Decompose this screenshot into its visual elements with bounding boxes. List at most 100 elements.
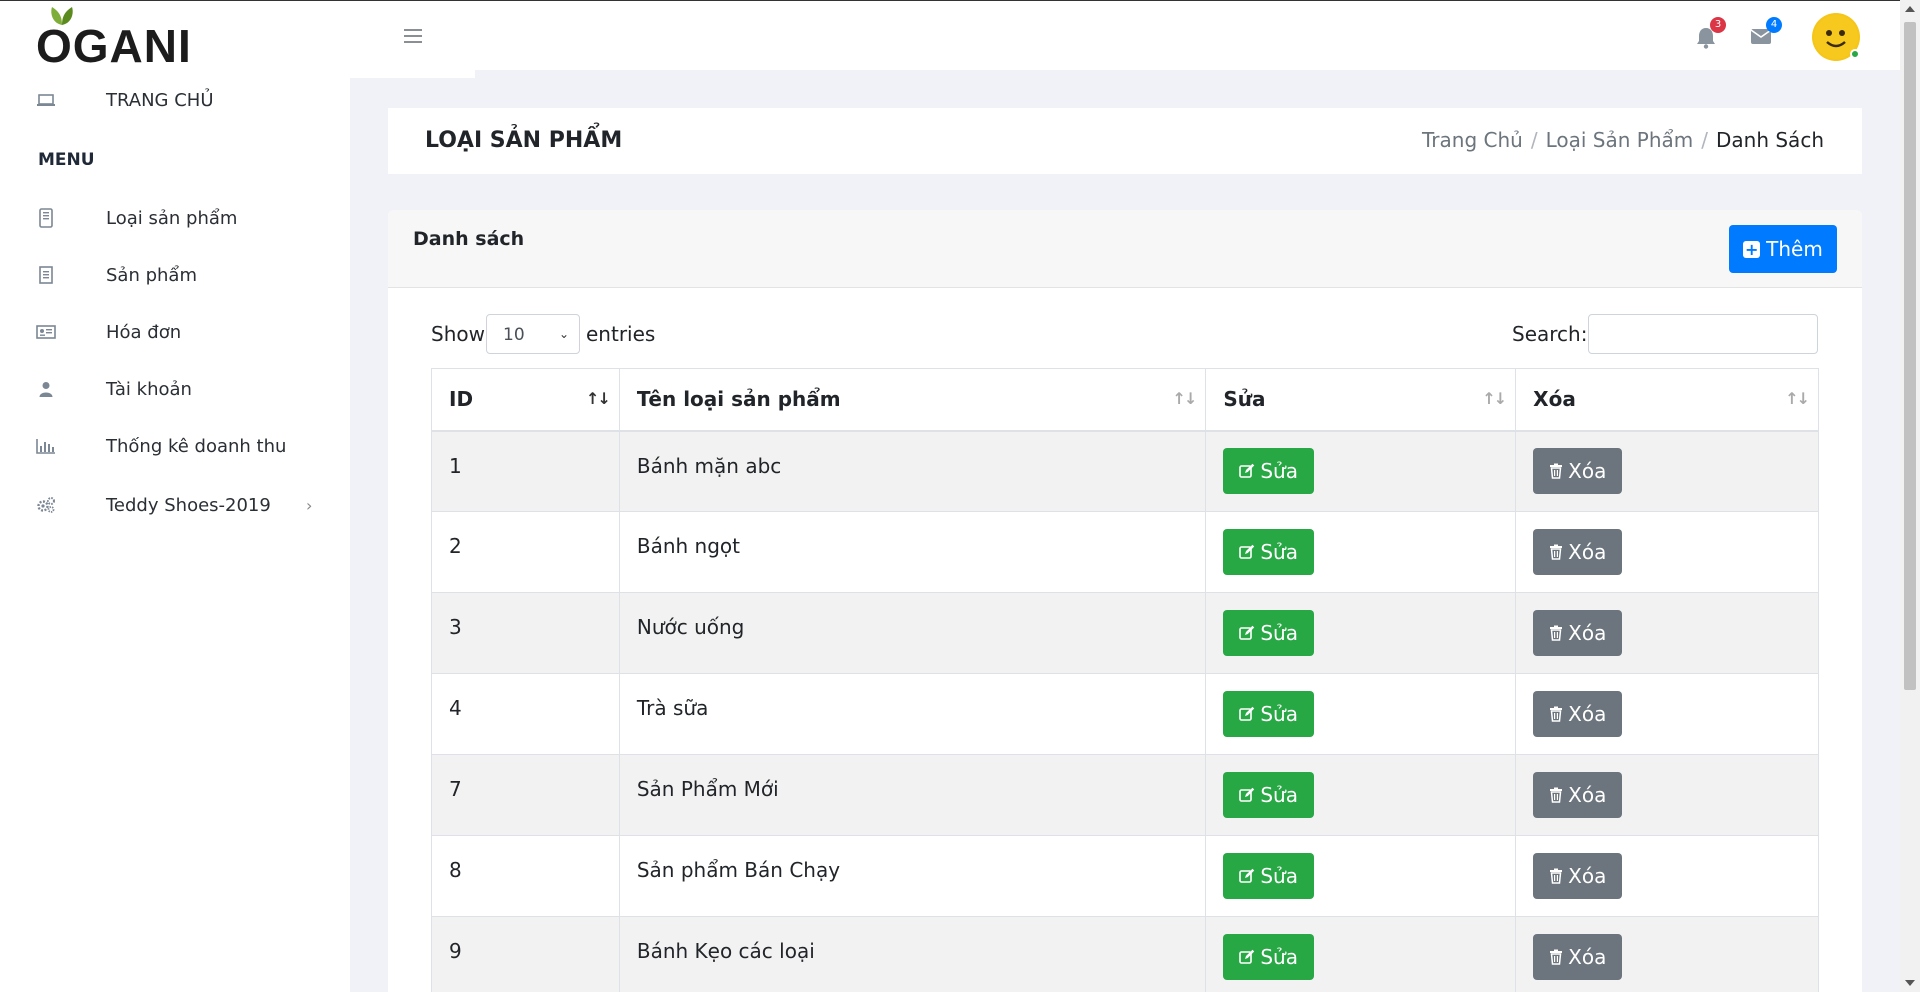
delete-button-label: Xóa [1568,459,1607,484]
table-row: 3 Nước uống Sửa Xóa [431,592,1819,674]
edit-button[interactable]: Sửa [1223,691,1314,737]
breadcrumb-link-home[interactable]: Trang Chủ [1422,128,1523,152]
delete-button-label: Xóa [1568,864,1607,888]
cell-name: Bánh Kẹo các loại [618,916,1207,992]
cell-id: 1 [431,430,620,512]
delete-button[interactable]: Xóa [1533,448,1623,495]
vertical-scrollbar[interactable] [1900,0,1920,992]
table-row: 4 Trà sữa Sửa Xóa [431,673,1819,755]
page-header: LOẠI SẢN PHẨM Trang Chủ / Loại Sản Phẩm … [388,108,1862,174]
edit-icon [1239,787,1255,802]
column-header-delete[interactable]: Xóa ↑↓ [1515,368,1819,432]
edit-button[interactable]: Sửa [1223,529,1314,575]
user-icon [36,379,56,399]
delete-button[interactable]: Xóa [1533,853,1623,899]
product-types-table: ID ↑↓ Tên loại sản phẩm ↑↓ Sửa ↑↓ Xóa ↑↓ 1 Bá… [431,368,1819,992]
sidebar-item-teddy-shoes[interactable]: Teddy Shoes-2019 › [0,483,350,527]
brand-logo[interactable]: OGANI [36,5,196,72]
breadcrumb-separator: / [1701,128,1708,152]
chevron-down-icon: ⌄ [558,327,569,341]
cell-name: Bánh ngọt [618,511,1207,593]
edit-button-label: Sửa [1260,864,1298,888]
delete-button[interactable]: Xóa [1533,610,1623,656]
edit-icon [1239,706,1255,721]
edit-button[interactable]: Sửa [1223,853,1314,899]
notifications-badge: 3 [1710,17,1726,33]
delete-button[interactable]: Xóa [1533,529,1623,575]
user-avatar[interactable] [1812,13,1860,61]
search-input[interactable] [1588,314,1818,354]
delete-button-label: Xóa [1568,621,1607,645]
page-size-value: 10 [503,325,525,345]
breadcrumb-link-product-types[interactable]: Loại Sản Phẩm [1546,128,1694,152]
page-size-select[interactable]: 10 ⌄ [486,314,580,354]
cell-edit: Sửa [1205,430,1517,512]
card-title: Danh sách [413,228,525,250]
table-row: 1 Bánh mặn abc Sửa Xóa [431,430,1819,512]
cell-delete: Xóa [1515,835,1819,917]
scroll-thumb[interactable] [1904,22,1916,690]
sidebar-item-invoices[interactable]: Hóa đơn [0,310,350,354]
book-icon [36,265,56,285]
list-card: Danh sách + Thêm Show 10 ⌄ entries Searc… [388,210,1862,992]
column-header-edit[interactable]: Sửa ↑↓ [1205,368,1517,432]
sidebar-item-accounts[interactable]: Tài khoản [0,367,350,411]
edit-button[interactable]: Sửa [1223,610,1314,656]
sidebar-item-label: Thống kê doanh thu [106,435,287,457]
cell-name: Sản phẩm Bán Chạy [618,835,1207,917]
sort-icon: ↑↓ [1482,389,1507,408]
edit-button[interactable]: Sửa [1223,448,1314,495]
column-header-label: ID [449,387,474,412]
column-header-name[interactable]: Tên loại sản phẩm ↑↓ [618,368,1207,432]
trash-icon [1550,787,1563,803]
delete-button[interactable]: Xóa [1533,772,1623,818]
notifications-button[interactable]: 3 [1696,17,1726,53]
edit-button[interactable]: Sửa [1223,772,1314,818]
table-body: 1 Bánh mặn abc Sửa Xóa 2 Bánh ngọt Sửa Xóa 3 Nước… [431,430,1819,992]
breadcrumb-current: Danh Sách [1716,128,1824,152]
edit-button[interactable]: Sửa [1223,934,1314,980]
show-label: Show [431,322,485,346]
trash-icon [1550,868,1563,884]
cell-edit: Sửa [1205,916,1517,992]
edit-icon [1239,949,1255,964]
entries-label: entries [586,322,656,346]
edit-icon [1239,544,1255,559]
scroll-up-arrow-icon[interactable] [1905,6,1915,12]
messages-badge: 4 [1766,17,1782,33]
delete-button-label: Xóa [1568,540,1607,564]
delete-button-label: Xóa [1568,945,1607,969]
edit-button-label: Sửa [1260,540,1298,564]
sidebar-item-revenue-stats[interactable]: Thống kê doanh thu [0,424,350,468]
online-status-dot [1850,49,1860,59]
table-row: 7 Sản Phẩm Mới Sửa Xóa [431,754,1819,836]
cell-edit: Sửa [1205,511,1517,593]
page-title: LOẠI SẢN PHẨM [425,128,623,153]
sidebar-item-products[interactable]: Sản phẩm [0,253,350,297]
delete-button[interactable]: Xóa [1533,691,1623,737]
cell-id: 4 [431,673,620,755]
cell-delete: Xóa [1515,430,1819,512]
edit-icon [1239,625,1255,640]
cell-delete: Xóa [1515,916,1819,992]
cell-name: Bánh mặn abc [618,430,1207,512]
column-header-label: Tên loại sản phẩm [636,387,841,412]
cell-id: 8 [431,835,620,917]
add-button[interactable]: + Thêm [1729,225,1837,273]
plus-square-icon: + [1743,239,1761,259]
brand-name: OGANI [36,20,192,72]
scroll-down-arrow-icon[interactable] [1905,980,1915,986]
bar-chart-icon [36,436,56,456]
chevron-right-icon[interactable]: › [306,496,312,515]
sidebar-item-product-types[interactable]: Loại sản phẩm [0,196,350,240]
trash-icon [1550,544,1563,560]
cell-delete: Xóa [1515,592,1819,674]
delete-button[interactable]: Xóa [1533,934,1623,980]
cell-name: Trà sữa [618,673,1207,755]
sidebar-item-home[interactable]: TRANG CHỦ [0,78,350,122]
messages-button[interactable]: 4 [1750,17,1782,49]
menu-toggle-icon[interactable] [404,29,422,43]
column-header-id[interactable]: ID ↑↓ [431,368,620,432]
table-header-row: ID ↑↓ Tên loại sản phẩm ↑↓ Sửa ↑↓ Xóa ↑↓ [431,368,1819,432]
cell-name: Nước uống [618,592,1207,674]
